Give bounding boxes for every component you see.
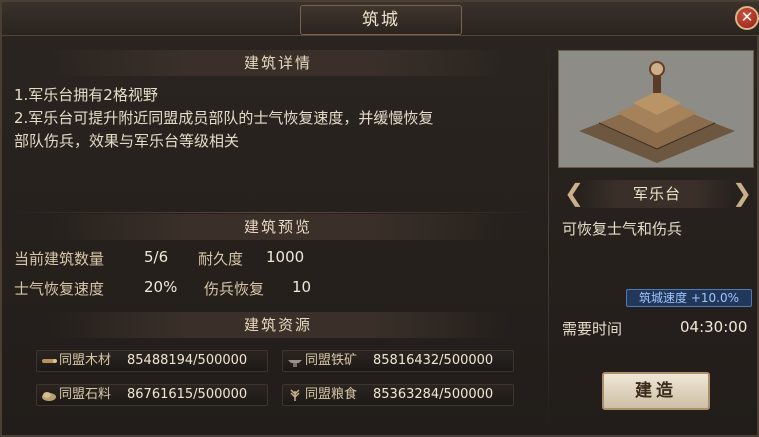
stone-icon xyxy=(42,392,56,401)
resource-iron: 同盟铁矿 85816432/500000 xyxy=(282,350,514,372)
divider xyxy=(8,212,540,213)
detail-line-1: 1.军乐台拥有2格视野 xyxy=(14,86,158,104)
resource-amount: 85363284/500000 xyxy=(373,387,494,402)
building-image xyxy=(558,50,754,168)
time-value: 04:30:00 xyxy=(680,318,748,336)
left-panel: 建筑详情 1.军乐台拥有2格视野 2.军乐台可提升附近同盟成员部队的士气恢复速度… xyxy=(8,42,540,434)
chevron-right-icon: ❯ xyxy=(732,179,753,207)
resource-grain: 同盟粮食 85363284/500000 xyxy=(282,384,514,406)
building-count-value: 5/6 xyxy=(144,248,169,266)
resource-amount: 85488194/500000 xyxy=(127,353,248,368)
building-name: 军乐台 xyxy=(580,180,734,208)
wounded-label: 伤兵恢复 xyxy=(204,280,265,298)
resource-wood: 同盟木材 85488194/500000 xyxy=(36,350,268,372)
build-button[interactable]: 建造 xyxy=(602,372,710,410)
iron-icon xyxy=(288,360,302,367)
close-icon: ✕ xyxy=(740,8,754,26)
close-button[interactable]: ✕ xyxy=(735,6,759,30)
next-building-button[interactable]: ❯ xyxy=(732,180,752,206)
morale-value: 20% xyxy=(144,278,178,296)
resource-stone: 同盟石料 86761615/500000 xyxy=(36,384,268,406)
build-window: 筑城 ✕ 建筑详情 1.军乐台拥有2格视野 2.军乐台可提升附近同盟成员部队的士… xyxy=(0,0,759,437)
title-bar: 筑城 ✕ xyxy=(2,2,759,36)
resource-name: 同盟铁矿 xyxy=(305,353,358,368)
detail-line-2: 2.军乐台可提升附近同盟成员部队的士气恢复速度，并缓慢恢复 xyxy=(14,109,434,127)
resource-amount: 86761615/500000 xyxy=(127,387,248,402)
durability-label: 耐久度 xyxy=(198,250,244,268)
resources-header: 建筑资源 xyxy=(48,312,508,338)
resource-amount: 85816432/500000 xyxy=(373,353,494,368)
grain-icon xyxy=(290,389,300,401)
preview-header: 建筑预览 xyxy=(48,214,508,240)
morale-label: 士气恢复速度 xyxy=(14,280,105,298)
resource-name: 同盟石料 xyxy=(59,387,112,402)
right-panel: ❮ 军乐台 ❯ 可恢复士气和伤兵 筑城速度 +10.0% 需要时间 04:30:… xyxy=(556,42,756,434)
building-effect: 可恢复士气和伤兵 xyxy=(562,220,683,238)
details-header: 建筑详情 xyxy=(48,50,508,76)
resource-name: 同盟粮食 xyxy=(305,387,358,402)
wounded-value: 10 xyxy=(292,278,312,296)
military-band-stage-image xyxy=(559,51,753,167)
resource-name: 同盟木材 xyxy=(59,353,112,368)
durability-value: 1000 xyxy=(266,248,305,266)
time-label: 需要时间 xyxy=(562,320,623,338)
speed-bonus-badge: 筑城速度 +10.0% xyxy=(626,289,752,307)
wood-icon xyxy=(42,359,57,363)
window-title: 筑城 xyxy=(300,5,462,35)
building-count-label: 当前建筑数量 xyxy=(14,250,105,268)
prev-building-button[interactable]: ❮ xyxy=(564,180,584,206)
panel-separator xyxy=(548,42,549,434)
detail-line-3: 部队伤兵，效果与军乐台等级相关 xyxy=(14,132,240,150)
